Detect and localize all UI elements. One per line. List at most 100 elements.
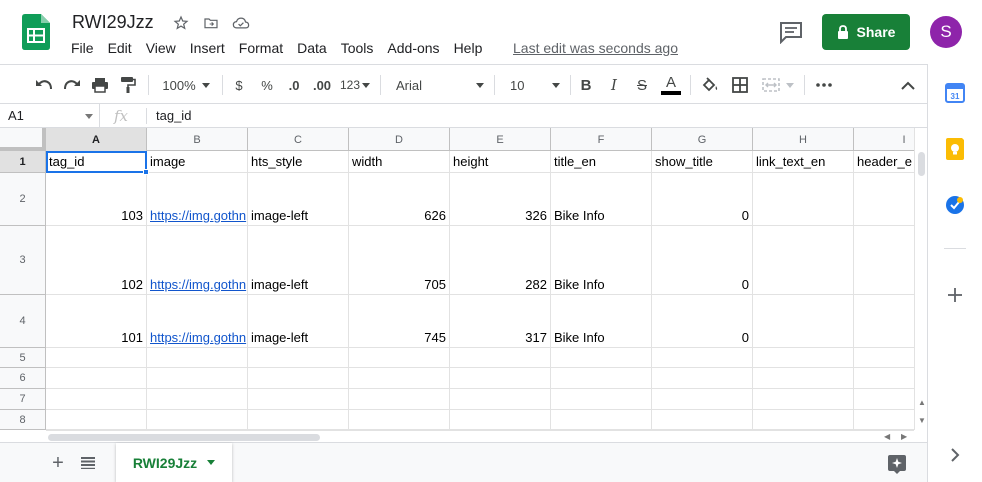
column-header-i[interactable]: I (854, 128, 914, 151)
table-cell[interactable]: image-left (248, 173, 349, 226)
header-cell[interactable]: height (450, 151, 551, 173)
table-cell[interactable] (551, 389, 652, 410)
menu-view[interactable]: View (139, 38, 183, 58)
column-header-c[interactable]: C (248, 128, 349, 151)
table-cell[interactable]: image-left (248, 226, 349, 295)
column-header-h[interactable]: H (753, 128, 854, 151)
name-box[interactable]: A1 (0, 104, 100, 127)
document-title[interactable]: RWI29Jzz (72, 12, 154, 33)
table-cell[interactable]: Bike Info (551, 226, 652, 295)
keep-icon[interactable] (944, 138, 966, 160)
menu-tools[interactable]: Tools (334, 38, 381, 58)
increase-decimal-button[interactable]: .00 (310, 73, 334, 97)
table-cell[interactable] (147, 389, 248, 410)
move-folder-icon[interactable] (200, 12, 222, 34)
table-cell[interactable] (753, 173, 854, 226)
expand-panel-icon[interactable] (944, 444, 966, 466)
table-cell[interactable] (854, 226, 914, 295)
table-cell[interactable] (652, 389, 753, 410)
chevron-down-icon[interactable] (207, 460, 216, 465)
row-header-3[interactable]: 3 (0, 226, 46, 295)
header-cell[interactable]: hts_style (248, 151, 349, 173)
table-cell[interactable] (854, 173, 914, 226)
column-header-g[interactable]: G (652, 128, 753, 151)
fill-color-icon[interactable] (698, 73, 722, 97)
scroll-left-arrow-icon[interactable]: ◀ (884, 432, 890, 441)
column-header-e[interactable]: E (450, 128, 551, 151)
table-cell[interactable] (248, 410, 349, 430)
table-cell[interactable] (147, 368, 248, 389)
more-formats-select[interactable]: 123 (338, 73, 372, 97)
more-options-icon[interactable] (812, 73, 836, 97)
table-cell[interactable] (753, 368, 854, 389)
header-cell[interactable]: show_title (652, 151, 753, 173)
column-header-f[interactable]: F (551, 128, 652, 151)
table-cell[interactable] (652, 348, 753, 368)
format-percent-button[interactable]: % (256, 73, 278, 97)
header-cell[interactable]: tag_id (46, 151, 147, 173)
table-cell[interactable]: image-left (248, 295, 349, 348)
strikethrough-button[interactable]: S (632, 73, 652, 97)
table-cell[interactable] (551, 368, 652, 389)
merge-cells-icon[interactable] (758, 73, 798, 97)
add-sheet-button[interactable]: + (46, 451, 70, 475)
row-header-4[interactable]: 4 (0, 295, 46, 348)
column-header-d[interactable]: D (349, 128, 450, 151)
table-cell[interactable] (349, 389, 450, 410)
menu-help[interactable]: Help (447, 38, 490, 58)
table-cell[interactable] (450, 368, 551, 389)
column-header-a[interactable]: A (46, 128, 147, 151)
get-addons-icon[interactable] (944, 284, 966, 306)
all-sheets-icon[interactable] (76, 451, 100, 475)
table-cell[interactable] (147, 348, 248, 368)
header-cell[interactable]: image (147, 151, 248, 173)
row-header-6[interactable]: 6 (0, 368, 46, 389)
table-cell[interactable]: 0 (652, 226, 753, 295)
last-edit-link[interactable]: Last edit was seconds ago (513, 40, 678, 56)
menu-data[interactable]: Data (290, 38, 334, 58)
menu-edit[interactable]: Edit (101, 38, 139, 58)
table-cell[interactable]: 102 (46, 226, 147, 295)
share-button[interactable]: Share (822, 14, 910, 50)
menu-file[interactable]: File (64, 38, 101, 58)
table-cell[interactable] (46, 410, 147, 430)
table-cell[interactable] (652, 368, 753, 389)
menu-format[interactable]: Format (232, 38, 290, 58)
fill-handle[interactable] (143, 169, 149, 175)
vertical-scroll-thumb[interactable] (918, 152, 925, 176)
header-cell[interactable]: title_en (551, 151, 652, 173)
table-cell[interactable] (753, 389, 854, 410)
table-cell[interactable] (753, 348, 854, 368)
table-cell[interactable]: https://img.gothn (147, 173, 248, 226)
table-cell[interactable]: 745 (349, 295, 450, 348)
table-cell[interactable] (147, 410, 248, 430)
table-cell[interactable]: 326 (450, 173, 551, 226)
table-cell[interactable] (854, 410, 914, 430)
header-cell[interactable]: width (349, 151, 450, 173)
table-cell[interactable]: 705 (349, 226, 450, 295)
table-cell[interactable] (854, 348, 914, 368)
table-cell[interactable]: 0 (652, 173, 753, 226)
table-cell[interactable] (349, 348, 450, 368)
table-cell[interactable] (854, 368, 914, 389)
scroll-up-arrow-icon[interactable]: ▲ (918, 398, 926, 407)
star-icon[interactable] (170, 12, 192, 34)
table-cell[interactable] (450, 348, 551, 368)
table-cell[interactable] (248, 348, 349, 368)
menu-addons[interactable]: Add-ons (380, 38, 446, 58)
table-cell[interactable] (753, 295, 854, 348)
print-icon[interactable] (88, 73, 112, 97)
scroll-right-arrow-icon[interactable]: ▶ (901, 432, 907, 441)
table-cell[interactable] (46, 389, 147, 410)
zoom-select[interactable]: 100% (156, 73, 216, 97)
comment-history-icon[interactable] (778, 20, 804, 44)
avatar[interactable]: S (930, 16, 962, 48)
table-cell[interactable] (248, 389, 349, 410)
table-cell[interactable] (854, 295, 914, 348)
decrease-decimal-button[interactable]: .0 (282, 73, 306, 97)
vertical-scrollbar[interactable]: ▲ ▼ (914, 128, 927, 430)
table-cell[interactable]: 282 (450, 226, 551, 295)
formula-input[interactable]: tag_id (156, 108, 191, 123)
table-cell[interactable]: https://img.gothn (147, 226, 248, 295)
explore-icon[interactable] (886, 453, 908, 475)
